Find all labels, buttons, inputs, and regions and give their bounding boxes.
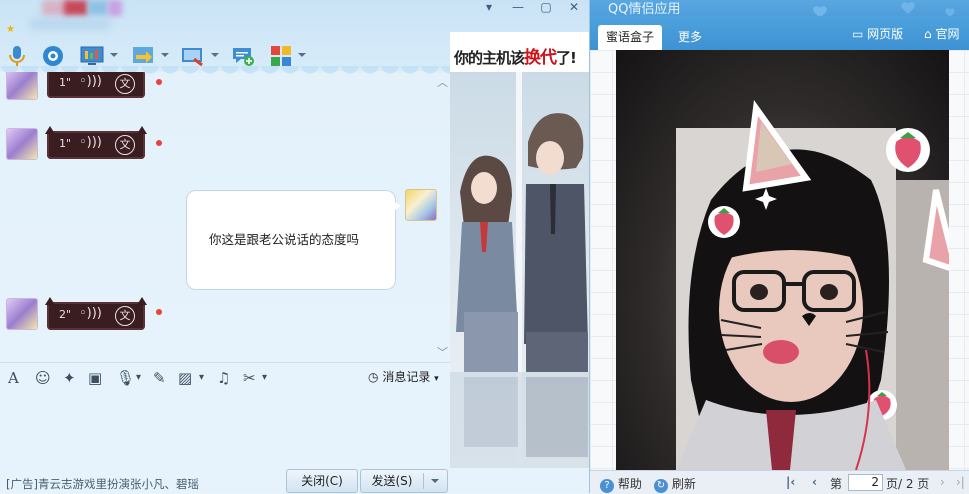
- voice-duration: 1": [59, 76, 72, 89]
- page-total: 页/ 2 页: [886, 477, 930, 491]
- bubble-ear: [137, 297, 147, 305]
- message-input[interactable]: [0, 392, 450, 464]
- voice-message[interactable]: 1" ◦))) 文: [45, 126, 147, 159]
- message-list[interactable]: ︿ 1" ◦))) 文 1" ◦))) 文 你这是跟老公说话的态度吗 2" ◦)…: [0, 72, 450, 360]
- chevron-down-icon[interactable]: [161, 53, 169, 57]
- bubble-ear: [137, 126, 147, 134]
- collapse-down-icon[interactable]: ﹀: [437, 344, 448, 360]
- bubble-tail: [392, 200, 401, 212]
- page-prefix: 第: [830, 477, 843, 491]
- tab-honey-box[interactable]: 蜜语盒子: [598, 25, 663, 50]
- help-label: 帮助: [617, 477, 642, 491]
- chevron-down-icon[interactable]: [298, 53, 306, 57]
- blurred-contact-name: [108, 0, 122, 16]
- voice-duration: 1": [59, 137, 72, 150]
- contact-avatar[interactable]: [6, 72, 38, 100]
- divider: [423, 473, 424, 489]
- close-button[interactable]: 关闭(C): [286, 469, 358, 493]
- clock-icon: ◷: [368, 370, 379, 384]
- video-clip-icon[interactable]: ▣: [88, 369, 102, 387]
- history-label: 消息记录: [382, 370, 431, 384]
- chevron-down-icon: ▾: [434, 374, 439, 384]
- translate-icon[interactable]: 文: [115, 306, 135, 326]
- bubble-ear: [45, 126, 55, 134]
- next-page-icon[interactable]: ›: [940, 475, 945, 489]
- image-icon[interactable]: ▨: [178, 369, 192, 387]
- chat-window: ★ ▾ — ▢ ✕ ︿ 1" ◦))) 文 1" ◦))) 文 你这是跟老公说话…: [0, 0, 589, 493]
- music-icon[interactable]: ♫: [217, 369, 230, 387]
- maximize-icon[interactable]: ▢: [535, 0, 557, 16]
- minimize-icon[interactable]: —: [507, 0, 529, 16]
- dropdown-arrow-icon[interactable]: ▾: [478, 0, 500, 16]
- translate-icon[interactable]: 文: [115, 135, 135, 155]
- ad-text[interactable]: [广告]青云志游戏里扮演张小凡、碧瑶: [6, 476, 199, 492]
- web-version-link[interactable]: ▭ 网页版: [852, 25, 903, 42]
- chevron-down-icon[interactable]: ▾: [262, 369, 267, 387]
- prev-page-icon[interactable]: ‹: [812, 475, 817, 489]
- unread-dot: [156, 140, 162, 146]
- selfie-image: [676, 100, 949, 470]
- anime-couple-illustration: [450, 72, 589, 468]
- close-icon[interactable]: ✕: [563, 0, 585, 16]
- tab-more[interactable]: 更多: [670, 25, 710, 50]
- bubble-ear: [45, 297, 55, 305]
- voice-message[interactable]: 2" ◦))) 文: [45, 297, 147, 330]
- translate-icon[interactable]: 文: [115, 74, 135, 94]
- app-title: QQ情侣应用: [608, 2, 681, 17]
- send-label: 发送(S): [371, 474, 413, 488]
- screenshot-icon[interactable]: ✂: [243, 369, 256, 387]
- couple-app-panel: QQ情侣应用 蜜语盒子 更多 ▭ 网页版 ⌂ 官网 ? 帮助 ↻ 刷新 |‹ ‹…: [589, 0, 969, 494]
- ad-panel[interactable]: 你的主机该换代了!: [450, 32, 589, 468]
- send-options-arrow-icon[interactable]: [431, 479, 439, 483]
- app-content: [590, 50, 969, 470]
- voice-message-icon[interactable]: 🎙: [116, 369, 135, 387]
- blurred-signature: [30, 18, 110, 30]
- refresh-icon: ↻: [654, 479, 668, 493]
- app-tab-bar: 蜜语盒子 更多 ▭ 网页版 ⌂ 官网: [590, 16, 969, 50]
- edit-icon[interactable]: ✎: [153, 369, 166, 387]
- message-history-button[interactable]: ◷ 消息记录 ▾: [368, 368, 439, 385]
- my-avatar[interactable]: [405, 189, 437, 221]
- blurred-contact-name: [64, 0, 88, 16]
- magic-icon[interactable]: ✦: [63, 369, 76, 387]
- web-version-label: 网页版: [867, 27, 904, 41]
- unread-dot: [156, 309, 162, 315]
- voice-message[interactable]: 1" ◦))) 文: [47, 72, 145, 98]
- contact-avatar[interactable]: [6, 128, 38, 160]
- monitor-icon: ▭: [852, 27, 864, 41]
- chevron-down-icon[interactable]: ▾: [199, 369, 204, 387]
- blurred-contact-name: [88, 0, 108, 16]
- collapse-up-icon[interactable]: ︿: [437, 74, 448, 90]
- voice-duration: 2": [59, 308, 72, 321]
- official-site-link[interactable]: ⌂ 官网: [924, 25, 959, 42]
- voice-wave-icon: ◦))): [79, 74, 102, 89]
- chevron-down-icon[interactable]: [110, 53, 118, 57]
- star-icon: ★: [6, 24, 15, 35]
- refresh-label: 刷新: [671, 477, 696, 491]
- voice-wave-icon: ◦))): [79, 135, 102, 150]
- help-icon: ?: [600, 479, 614, 493]
- help-link[interactable]: ? 帮助: [600, 475, 642, 493]
- refresh-link[interactable]: ↻ 刷新: [654, 475, 696, 493]
- page-number-input[interactable]: 2: [848, 474, 883, 491]
- ad-panel-header: 你的主机该换代了!: [450, 32, 589, 72]
- font-icon[interactable]: A: [8, 369, 19, 387]
- chevron-down-icon[interactable]: [211, 53, 219, 57]
- send-button[interactable]: 发送(S): [360, 469, 448, 493]
- message-text: 你这是跟老公说话的态度吗: [209, 232, 360, 247]
- emoji-icon[interactable]: ☺: [35, 369, 51, 387]
- voice-wave-icon: ◦))): [79, 306, 102, 321]
- unread-dot: [156, 79, 162, 85]
- contact-avatar[interactable]: [6, 298, 38, 330]
- last-page-icon[interactable]: ›|: [956, 475, 965, 489]
- ad-panel-title: 你的主机该换代了!: [454, 48, 577, 68]
- first-page-icon[interactable]: |‹: [786, 475, 795, 489]
- app-footer: ? 帮助 ↻ 刷新 |‹ ‹ 第 2 页/ 2 页 › ›|: [590, 470, 969, 494]
- official-label: 官网: [935, 27, 960, 41]
- text-message-bubble[interactable]: 你这是跟老公说话的态度吗: [186, 190, 396, 290]
- couple-photo[interactable]: [616, 50, 949, 470]
- chevron-down-icon[interactable]: ▾: [136, 369, 141, 387]
- home-icon: ⌂: [924, 27, 932, 41]
